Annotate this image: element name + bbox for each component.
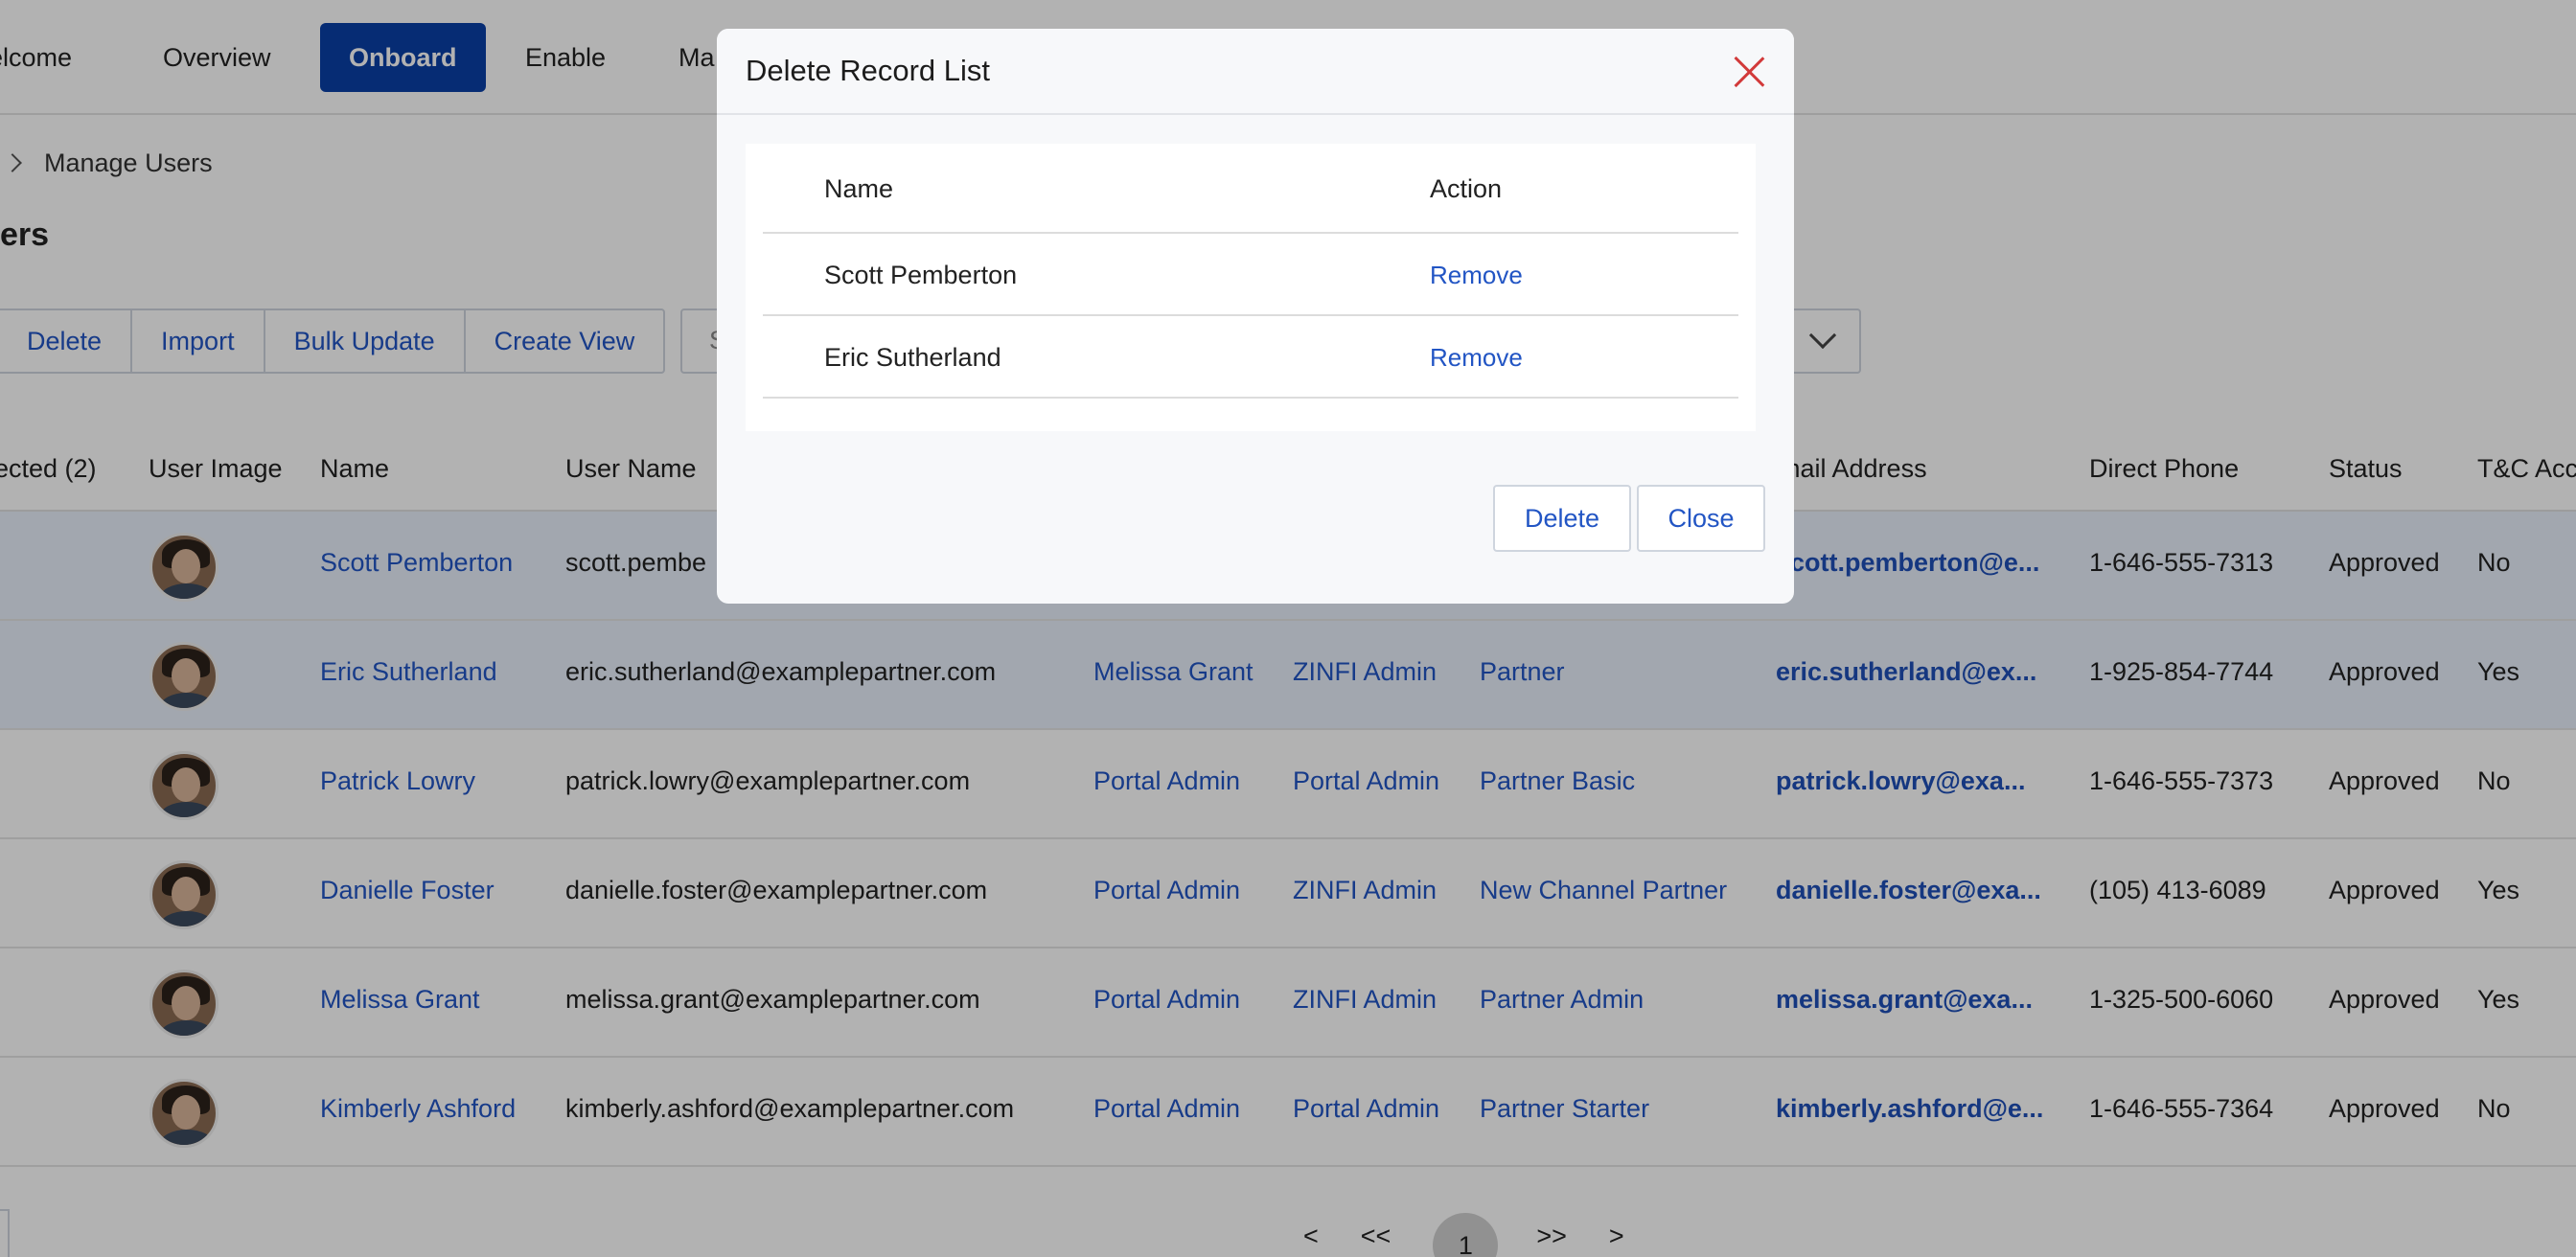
record-name: Eric Sutherland — [824, 343, 1001, 372]
close-icon[interactable] — [1733, 56, 1765, 88]
delete-record-modal: Delete Record List Name Action Scott Pem… — [717, 29, 1794, 604]
close-button[interactable]: Close — [1637, 485, 1765, 552]
remove-link[interactable]: Remove — [1430, 343, 1523, 373]
delete-button[interactable]: Delete — [1493, 485, 1631, 552]
header-action: Action — [1430, 174, 1503, 203]
remove-link[interactable]: Remove — [1430, 261, 1523, 290]
header-name: Name — [824, 174, 894, 203]
record-row: Eric Sutherland Remove — [763, 316, 1738, 399]
record-list-table: Name Action Scott Pemberton Remove Eric … — [746, 144, 1756, 431]
record-list-header: Name Action — [763, 144, 1738, 234]
modal-header: Delete Record List — [717, 29, 1794, 115]
modal-title: Delete Record List — [746, 54, 991, 87]
record-name: Scott Pemberton — [824, 261, 1018, 289]
record-row: Scott Pemberton Remove — [763, 234, 1738, 316]
